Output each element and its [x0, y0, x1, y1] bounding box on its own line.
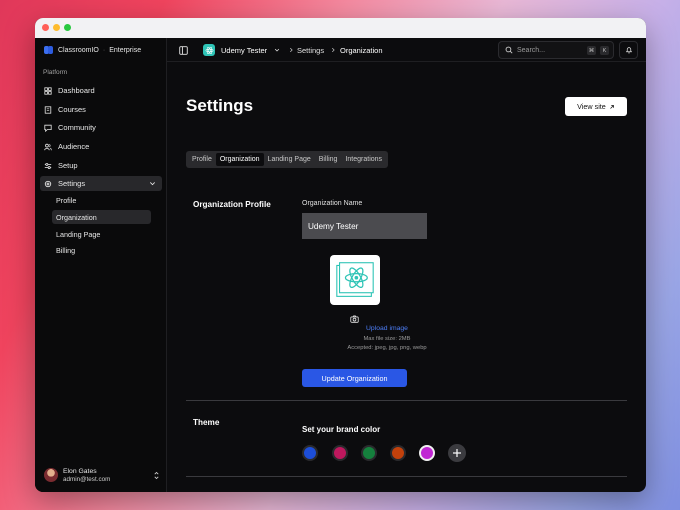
external-link-icon — [610, 104, 614, 109]
tab-billing[interactable]: Billing — [315, 153, 342, 166]
plan-name: Enterprise — [109, 46, 142, 54]
chevron-down-icon[interactable] — [274, 47, 280, 53]
brand-color-swatch-orange[interactable] — [390, 445, 406, 461]
section-divider — [186, 476, 627, 477]
user-menu[interactable]: Elon Gates admin@test.com — [44, 464, 160, 486]
view-site-label: View site — [577, 102, 606, 111]
user-info: Elon Gates admin@test.com — [63, 468, 110, 483]
sidebar-item-setup[interactable]: Setup — [40, 158, 162, 173]
organization-logo-preview[interactable] — [330, 255, 380, 305]
audience-icon — [44, 143, 52, 150]
community-icon — [44, 124, 52, 132]
sidebar-subitem-billing[interactable]: Billing — [52, 243, 151, 257]
organization-name-label: Organization Name — [302, 200, 363, 207]
sidebar-item-label: Courses — [58, 105, 86, 114]
sidebar-item-courses[interactable]: Courses — [40, 102, 162, 117]
organization-name-field[interactable] — [302, 213, 427, 239]
update-organization-button[interactable]: Update Organization — [302, 369, 407, 387]
sidebar-item-label: Settings — [58, 179, 86, 188]
courses-icon — [44, 105, 52, 114]
course-logo-icon — [203, 44, 215, 56]
tab-profile[interactable]: Profile — [188, 153, 216, 166]
sidebar-subitem-profile[interactable]: Profile — [52, 193, 151, 207]
sidebar-item-label: Dashboard — [58, 86, 95, 95]
tab-landing-page[interactable]: Landing Page — [264, 153, 315, 166]
notifications-button[interactable] — [619, 41, 638, 59]
sidebar-subitem-landing-page[interactable]: Landing Page — [52, 227, 151, 241]
close-window-button[interactable] — [42, 24, 49, 31]
sidebar-subitem-organization[interactable]: Organization — [52, 210, 151, 224]
sidebar-item-label: Audience — [58, 142, 90, 151]
user-name: Elon Gates — [63, 467, 97, 475]
sidebar-section-label: Platform — [43, 69, 68, 76]
search-icon — [505, 46, 513, 54]
sidebar-item-audience[interactable]: Audience — [40, 139, 162, 154]
user-email: admin@test.com — [63, 475, 111, 483]
app-window: ClassroomIO · Enterprise Platform Dashbo… — [35, 18, 646, 492]
tab-integrations[interactable]: Integrations — [341, 153, 386, 166]
section-divider — [186, 400, 627, 401]
sidebar-item-label: Setup — [58, 161, 78, 170]
sidebar-item-label: Community — [58, 123, 96, 132]
chevron-right-icon — [289, 47, 293, 53]
bell-icon — [625, 47, 632, 54]
brand-separator: · — [102, 46, 106, 54]
theme-heading: Theme — [193, 418, 220, 427]
organization-profile-heading: Organization Profile — [193, 200, 271, 209]
shortcut-key-cmd: ⌘ — [587, 46, 596, 55]
react-logo-icon — [336, 262, 374, 297]
brand-color-swatch-green[interactable] — [361, 445, 377, 461]
classroomio-logo-icon — [44, 46, 54, 54]
shortcut-key-k: K — [600, 46, 609, 55]
search-placeholder: Search... — [517, 46, 546, 54]
brand-color-swatch-pink[interactable] — [332, 445, 348, 461]
toggle-sidebar-icon[interactable] — [179, 46, 188, 55]
sidebar: ClassroomIO · Enterprise Platform Dashbo… — [35, 38, 167, 492]
window-titlebar — [35, 18, 646, 38]
app-name: ClassroomIO — [58, 46, 99, 54]
dashboard-icon — [44, 86, 52, 95]
org-switcher[interactable]: ClassroomIO · Enterprise — [44, 44, 141, 56]
accepted-formats-hint: Accepted: jpeg, jpg, png, webp — [347, 345, 427, 351]
settings-tabs: Profile Organization Landing Page Billin… — [186, 151, 389, 168]
sidebar-item-dashboard[interactable]: Dashboard — [40, 83, 162, 98]
main-content: Settings View site Profile Organization … — [167, 63, 646, 492]
settings-icon — [44, 180, 52, 187]
brand-color-swatch-magenta[interactable] — [419, 445, 435, 461]
brand-color-label: Set your brand color — [302, 425, 381, 434]
brand-color-swatch-blue[interactable] — [302, 445, 318, 461]
chevrons-up-down-icon — [154, 471, 159, 480]
setup-icon — [44, 162, 52, 169]
tab-organization[interactable]: Organization — [215, 153, 264, 166]
minimize-window-button[interactable] — [53, 24, 60, 31]
search-input[interactable]: Search... ⌘ K — [498, 41, 614, 59]
topbar: Udemy Tester Settings Organization Searc… — [167, 38, 646, 62]
breadcrumb-organization: Organization — [340, 46, 383, 55]
avatar — [44, 468, 58, 482]
maximize-window-button[interactable] — [64, 24, 71, 31]
upload-image-link[interactable]: Upload image — [302, 325, 472, 332]
page-title: Settings — [186, 96, 254, 115]
breadcrumb-settings[interactable]: Settings — [297, 46, 324, 55]
chevron-down-icon — [150, 182, 155, 186]
max-file-size-hint: Max file size: 2MB — [363, 336, 411, 342]
sidebar-item-community[interactable]: Community — [40, 120, 162, 135]
chevron-right-icon — [331, 47, 335, 53]
course-switcher[interactable]: Udemy Tester — [221, 46, 267, 55]
add-custom-color-button[interactable] — [448, 444, 466, 462]
camera-icon[interactable] — [350, 315, 359, 323]
sidebar-item-settings[interactable]: Settings — [40, 176, 162, 191]
plus-icon — [453, 449, 461, 457]
view-site-button[interactable]: View site — [565, 97, 627, 116]
